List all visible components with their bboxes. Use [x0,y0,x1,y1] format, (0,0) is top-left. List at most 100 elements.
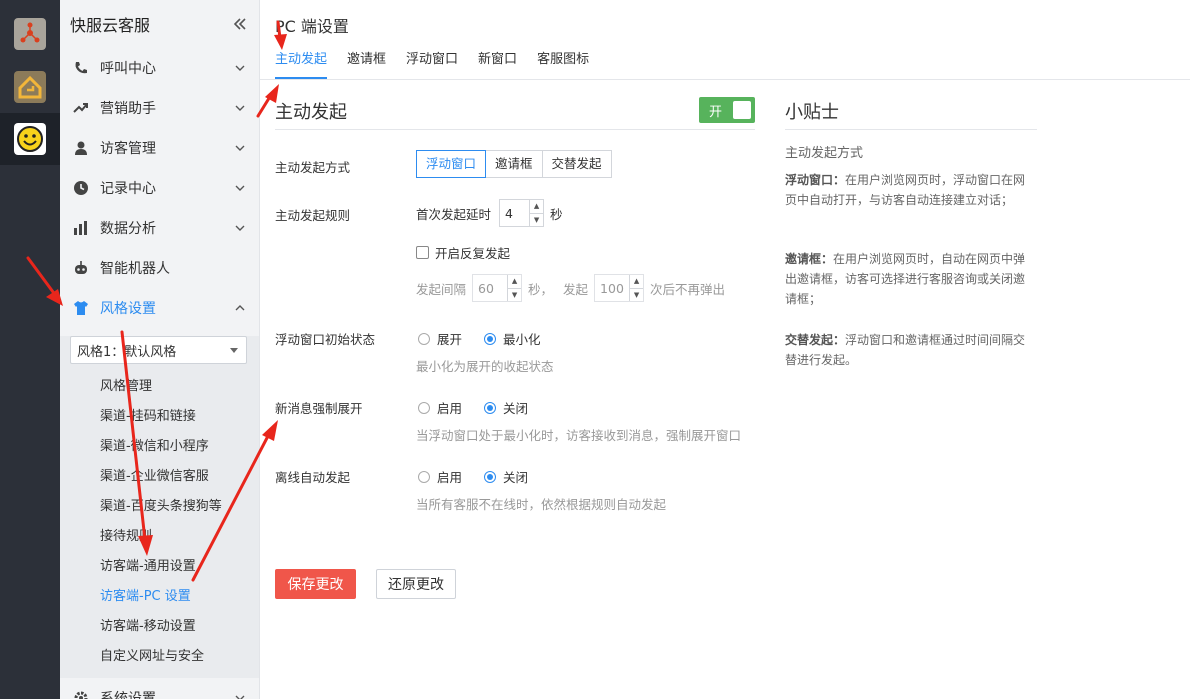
repeat-checkbox[interactable] [416,246,429,259]
tips-subtitle: 主动发起方式 [785,146,864,161]
interval-input[interactable]: 60 ▲ ▼ [472,274,523,302]
phone-icon [72,59,90,77]
mode-alternate-button[interactable]: 交替发起 [541,150,612,178]
radio-force-enable[interactable] [418,401,430,414]
tip-invite-box: 邀请框：在用户浏览网页时，自动在网页中弹出邀请框，访客可选择进行客服咨询或关闭邀… [785,249,1035,309]
submenu-item[interactable]: 渠道-微信和小程序 [60,432,259,462]
submenu-item[interactable]: 自定义网址与安全 [60,642,259,672]
caret-down-icon [230,347,238,353]
sidebar-item-label: 风格设置 [100,301,156,317]
initiate-toggle[interactable]: 开 [699,97,755,123]
toggle-knob [733,101,751,119]
mode-float-button[interactable]: 浮动窗口 [416,150,487,178]
chevron-up-icon [235,305,245,311]
app-smiley-icon[interactable] [14,123,46,155]
force-expand-radios: 启用 关闭 [418,398,528,417]
tip-float-window: 浮动窗口：在用户浏览网页时，浮动窗口在网页中自动打开，与访客自动连接建立对话； [785,170,1035,210]
first-delay-input[interactable]: 4 ▲ ▼ [499,199,545,227]
chevron-down-icon [235,695,245,699]
tip-term: 邀请框： [785,252,834,266]
first-delay-label: 首次发起延时 [416,206,492,222]
radio-offline-enable[interactable] [418,470,430,483]
sidebar-item-robot[interactable]: 智能机器人 [60,248,259,288]
chevron-down-icon [235,65,245,71]
sidebar-item-records[interactable]: 记录中心 [60,168,259,208]
style-select[interactable]: 风格1：默认风格 [70,336,247,364]
spin-up-icon[interactable]: ▲ [508,275,522,289]
submenu-item[interactable]: 接待规则 [60,522,259,552]
tab-float-window[interactable]: 浮动窗口 [406,44,458,79]
chevron-down-icon [235,105,245,111]
spin-down-icon[interactable]: ▼ [530,214,543,227]
max-times-input[interactable]: 100 ▲ ▼ [594,274,645,302]
offline-label: 离线自动发起 [275,470,351,485]
repeat-row: 开启反复发起 [416,243,510,262]
chevron-down-icon [235,185,245,191]
spin-down-icon[interactable]: ▼ [508,289,521,302]
radio-enable-label: 启用 [437,470,463,485]
spinner[interactable]: ▲ ▼ [529,200,544,227]
interval-label: 发起间隔 [416,281,467,297]
sidebar-item-call-center[interactable]: 呼叫中心 [60,48,259,88]
tab-service-icon[interactable]: 客服图标 [537,44,589,79]
tab-new-window[interactable]: 新窗口 [478,44,517,79]
radio-force-disable[interactable] [484,401,497,414]
style-select-value: 风格1：默认风格 [77,344,177,360]
interval-row: 发起间隔 60 ▲ ▼ 秒， 发起 100 ▲ ▼ 次后不再弹出 [416,274,725,302]
radio-minimize-label: 最小化 [503,332,541,347]
sidebar-item-visitor[interactable]: 访客管理 [60,128,259,168]
float-state-radios: 展开 最小化 [418,329,541,348]
offline-hint: 当所有客服不在线时，依然根据规则自动发起 [416,497,667,512]
sidebar-item-marketing[interactable]: 营销助手 [60,88,259,128]
section-divider [275,129,755,130]
sidebar-item-analytics[interactable]: 数据分析 [60,208,259,248]
sidebar-item-label: 数据分析 [100,221,156,237]
sidebar-item-label: 访客管理 [100,141,156,157]
launch-label: 发起 [563,281,589,297]
force-expand-label: 新消息强制展开 [275,401,363,416]
collapse-icon[interactable] [233,17,247,31]
submenu-item[interactable]: 渠道-企业微信客服 [60,462,259,492]
radio-expand[interactable] [418,332,430,345]
float-state-label: 浮动窗口初始状态 [275,332,376,347]
settings-tabs: 主动发起 邀请框 浮动窗口 新窗口 客服图标 [275,44,609,79]
submenu-item[interactable]: 渠道-百度头条搜狗等 [60,492,259,522]
submenu-item[interactable]: 访客端-移动设置 [60,612,259,642]
sidebar-item-system-settings[interactable]: 系统设置 [60,678,259,699]
submenu-item[interactable]: 访客端-通用设置 [60,552,259,582]
app-network-icon[interactable] [14,18,46,50]
sidebar-item-label: 智能机器人 [100,261,170,277]
tab-active-initiate[interactable]: 主动发起 [275,44,328,79]
spinner[interactable]: ▲ ▼ [507,275,522,302]
submenu-item-active[interactable]: 访客端-PC 设置 [60,582,259,612]
mode-invite-button[interactable]: 邀请框 [485,150,543,178]
first-delay-row: 首次发起延时 4 ▲ ▼ 秒 [416,199,563,227]
submenu-item[interactable]: 渠道-挂码和链接 [60,402,259,432]
tip-alternate: 交替发起：浮动窗口和邀请框通过时间间隔交替进行发起。 [785,330,1035,370]
style-submenu: 风格1：默认风格 风格管理 渠道-挂码和链接 渠道-微信和小程序 渠道-企业微信… [60,336,259,678]
reset-button[interactable]: 还原更改 [376,569,456,599]
app: 快服云客服 呼叫中心 营销助手 访客管理 记录中心 数据分析 智能机器人 风格设… [0,0,1190,699]
spin-up-icon[interactable]: ▲ [530,200,544,214]
submenu-item[interactable]: 风格管理 [60,372,259,402]
radio-offline-disable[interactable] [484,470,497,483]
sidebar: 快服云客服 呼叫中心 营销助手 访客管理 记录中心 数据分析 智能机器人 风格设… [60,0,260,699]
sidebar-item-style-settings[interactable]: 风格设置 [60,288,259,328]
page-title: PC 端设置 [275,17,349,36]
tab-invite-box[interactable]: 邀请框 [347,44,386,79]
first-delay-value: 4 [505,205,513,221]
app-home-icon[interactable] [14,71,46,103]
chevron-down-icon [235,145,245,151]
trend-icon [72,99,90,117]
spinner[interactable]: ▲ ▼ [629,275,644,302]
sidebar-title: 快服云客服 [70,16,151,35]
sidebar-item-label: 营销助手 [100,101,156,117]
save-button[interactable]: 保存更改 [275,569,356,599]
spin-down-icon[interactable]: ▼ [630,289,643,302]
radio-minimize[interactable] [484,332,497,345]
sidebar-header: 快服云客服 [60,0,259,48]
sidebar-item-label: 系统设置 [100,691,156,699]
sec-unit: 秒 [550,206,563,222]
spin-up-icon[interactable]: ▲ [630,275,644,289]
tabs-divider [260,79,1190,80]
